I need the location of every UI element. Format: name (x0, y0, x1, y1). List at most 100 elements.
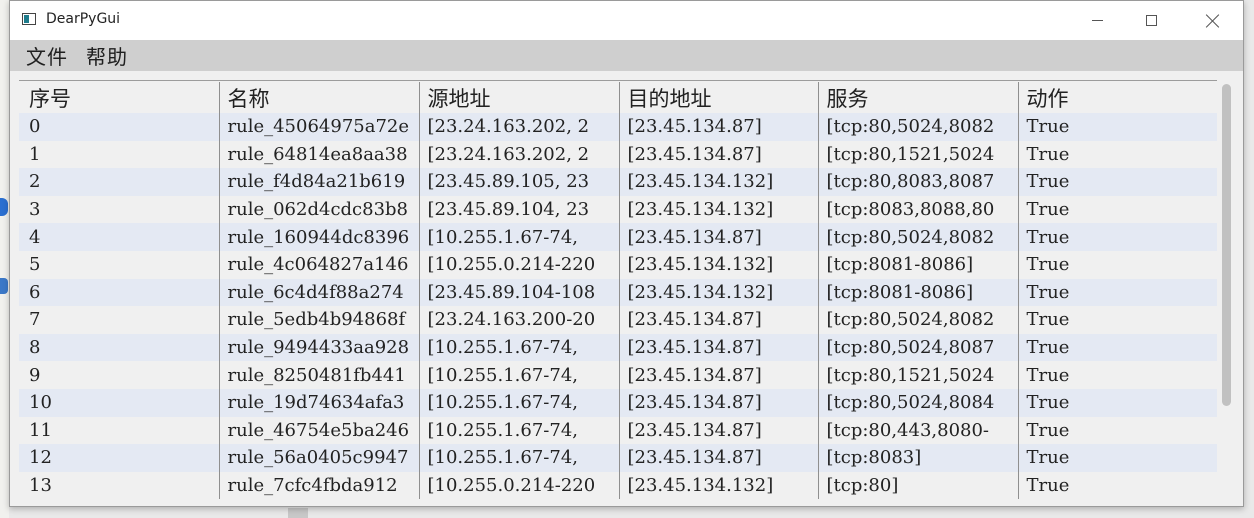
cell-service: [tcp:8081-8086] (817, 250, 1018, 279)
maximize-icon (1145, 15, 1157, 26)
vertical-scrollbar[interactable] (1221, 81, 1232, 499)
cell-rule-name: rule_9494433aa928 (218, 333, 419, 362)
cell-action: True (1017, 361, 1217, 389)
cell-rule-name: rule_6c4d4f88a274 (218, 278, 419, 307)
cell-source-address: [23.45.89.104, 23 (418, 195, 619, 224)
cell-index: 7 (19, 306, 219, 334)
cell-service: [tcp:80,5024,8082 (817, 306, 1018, 334)
table-row[interactable]: 10 rule_19d74634afa3 [10.255.1.67-74, [23.4… (19, 388, 1217, 417)
cell-rule-name: rule_64814ea8aa38 (218, 140, 419, 169)
cell-index: 9 (19, 361, 219, 389)
table-row[interactable]: 9 rule_8250481fb441 [10.255.1.67-74, [23.45… (19, 361, 1217, 389)
cell-index: 12 (19, 444, 219, 472)
cell-destination-address: [23.45.134.132] (618, 278, 818, 307)
column-header-name[interactable]: 名称 (218, 82, 419, 113)
table-row[interactable]: 7 rule_5edb4b94868f [23.24.163.200-20 [23.4… (19, 306, 1217, 334)
table-row[interactable]: 1 rule_64814ea8aa38 [23.24.163.202, 2 [23.4… (19, 140, 1217, 169)
cell-service: [tcp:80,1521,5024 (817, 140, 1018, 169)
cell-index: 0 (19, 113, 219, 141)
cell-destination-address: [23.45.134.87] (618, 416, 818, 445)
cell-destination-address: [23.45.134.87] (618, 333, 818, 362)
cell-service: [tcp:80,443,8080- (817, 416, 1018, 445)
close-icon (1206, 14, 1220, 28)
cell-destination-address: [23.45.134.87] (618, 388, 818, 417)
cell-source-address: [10.255.1.67-74, (418, 361, 619, 389)
cell-source-address: [23.24.163.202, 2 (418, 140, 619, 169)
cell-source-address: [23.45.89.105, 23 (418, 168, 619, 196)
cell-destination-address: [23.45.134.87] (618, 361, 818, 389)
cell-index: 3 (19, 195, 219, 224)
cell-destination-address: [23.45.134.87] (618, 140, 818, 169)
table-row[interactable]: 0 rule_45064975a72e [23.24.163.202, 2 [23.4… (19, 113, 1217, 141)
cell-source-address: [23.24.163.202, 2 (418, 113, 619, 141)
cell-index: 2 (19, 168, 219, 196)
menu-file[interactable]: 文件 (26, 41, 68, 70)
cell-source-address: [10.255.0.214-220 (418, 471, 619, 500)
cell-destination-address: [23.45.134.87] (618, 306, 818, 334)
table-row[interactable]: 13 rule_7cfc4fbda912 [10.255.0.214-220 [23.… (19, 471, 1217, 500)
cell-action: True (1017, 444, 1217, 472)
table-row[interactable]: 8 rule_9494433aa928 [10.255.1.67-74, [23.45… (19, 333, 1217, 362)
cell-action: True (1017, 306, 1217, 334)
menu-bar: 文件 帮助 (10, 40, 1243, 71)
cell-destination-address: [23.45.134.132] (618, 250, 818, 279)
column-header-source[interactable]: 源地址 (418, 82, 619, 113)
cell-source-address: [23.24.163.200-20 (418, 306, 619, 334)
cell-index: 13 (19, 471, 219, 500)
maximize-button[interactable] (1128, 1, 1174, 40)
desktop-fragment (288, 508, 308, 518)
column-header-index[interactable]: 序号 (19, 82, 219, 113)
table-header-row: 序号 名称 源地址 目的地址 服务 动作 (19, 82, 1217, 113)
cell-rule-name: rule_8250481fb441 (218, 361, 419, 389)
rules-table: 序号 名称 源地址 目的地址 服务 动作 0 rule_45064975a72e[… (19, 80, 1217, 500)
close-button[interactable] (1190, 1, 1236, 40)
cell-service: [tcp:80,5024,8082 (817, 223, 1018, 251)
cell-source-address: [10.255.1.67-74, (418, 444, 619, 472)
table-row[interactable]: 12 rule_56a0405c9947 [10.255.1.67-74, [23.4… (19, 444, 1217, 472)
cell-action: True (1017, 168, 1217, 196)
cell-rule-name: rule_7cfc4fbda912 (218, 471, 419, 500)
cell-action: True (1017, 113, 1217, 141)
cell-destination-address: [23.45.134.132] (618, 471, 818, 500)
desktop-background (0, 0, 9, 518)
cell-source-address: [23.45.89.104-108 (418, 278, 619, 307)
cell-rule-name: rule_f4d84a21b619 (218, 168, 419, 196)
table-row[interactable]: 11 rule_46754e5ba246 [10.255.1.67-74, [23.4… (19, 416, 1217, 445)
cell-service: [tcp:80,5024,8084 (817, 388, 1018, 417)
cell-destination-address: [23.45.134.132] (618, 168, 818, 196)
table-row[interactable]: 3 rule_062d4cdc83b8 [23.45.89.104, 23 [23.4… (19, 195, 1217, 224)
column-header-action[interactable]: 动作 (1017, 82, 1217, 113)
cell-source-address: [10.255.1.67-74, (418, 416, 619, 445)
table-row[interactable]: 6 rule_6c4d4f88a274 [23.45.89.104-108 [23.4… (19, 278, 1217, 307)
column-header-destination[interactable]: 目的地址 (618, 82, 818, 113)
cell-source-address: [10.255.1.67-74, (418, 388, 619, 417)
cell-source-address: [10.255.1.67-74, (418, 333, 619, 362)
cell-action: True (1017, 333, 1217, 362)
cell-destination-address: [23.45.134.87] (618, 444, 818, 472)
cell-index: 5 (19, 250, 219, 279)
minimize-button[interactable] (1074, 1, 1120, 40)
table-row[interactable]: 2 rule_f4d84a21b619 [23.45.89.105, 23 [23.4… (19, 168, 1217, 196)
scrollbar-thumb[interactable] (1222, 84, 1231, 406)
title-bar[interactable]: DearPyGui (10, 1, 1243, 40)
cell-source-address: [10.255.0.214-220 (418, 250, 619, 279)
cell-index: 10 (19, 388, 219, 417)
cell-action: True (1017, 471, 1217, 500)
cell-action: True (1017, 278, 1217, 307)
column-header-service[interactable]: 服务 (817, 82, 1018, 113)
app-window: DearPyGui 文件 帮助 序号 名称 源地址 目的地址 服务 动作 0 r… (9, 0, 1244, 507)
cell-service: [tcp:80,5024,8087 (817, 333, 1018, 362)
desktop-icon-fragment (0, 278, 8, 294)
cell-rule-name: rule_56a0405c9947 (218, 444, 419, 472)
table-row[interactable]: 5 rule_4c064827a146 [10.255.0.214-220 [23.4… (19, 250, 1217, 279)
cell-destination-address: [23.45.134.87] (618, 223, 818, 251)
table-row[interactable]: 4 rule_160944dc8396 [10.255.1.67-74, [23.45… (19, 223, 1217, 251)
menu-help[interactable]: 帮助 (86, 41, 128, 70)
desktop-icon-fragment (0, 198, 8, 216)
cell-index: 4 (19, 223, 219, 251)
cell-action: True (1017, 416, 1217, 445)
table-body: 0 rule_45064975a72e [23.24.163.202, 2 [23.4… (19, 113, 1217, 500)
cell-service: [tcp:8081-8086] (817, 278, 1018, 307)
cell-action: True (1017, 195, 1217, 224)
cell-destination-address: [23.45.134.87] (618, 113, 818, 141)
